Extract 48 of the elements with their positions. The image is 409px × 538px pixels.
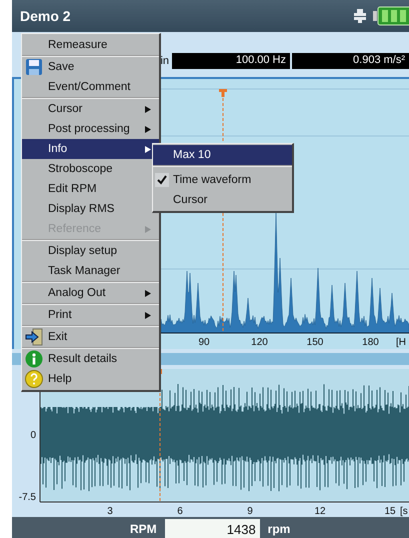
menu-item[interactable]: Time waveform xyxy=(153,170,292,190)
menu-item[interactable]: Exit xyxy=(22,327,159,349)
axis-tick-label: -7.5 xyxy=(18,492,36,503)
menu-item[interactable]: Event/Comment xyxy=(22,77,159,99)
menu-item[interactable]: Display setup xyxy=(22,241,159,261)
battery-icon xyxy=(373,6,409,26)
axis-unit-label: [s xyxy=(400,506,408,517)
window-title: Demo 2 xyxy=(20,8,72,24)
axis-tick-label: 15 xyxy=(384,506,396,517)
axis-tick-label: 12 xyxy=(314,506,326,517)
submenu-arrow-icon xyxy=(145,312,151,318)
menu-item[interactable]: Max 10 xyxy=(153,145,292,167)
rpm-unit: rpm xyxy=(268,522,290,536)
menu-item[interactable]: Cursor xyxy=(153,190,292,210)
axis-tick-label: 3 xyxy=(107,506,113,517)
axis-tick-label: 150 xyxy=(306,337,324,348)
axis-tick-label: 0 xyxy=(30,430,36,441)
submenu-arrow-icon xyxy=(145,290,151,296)
axis-tick-label: 9 xyxy=(247,506,253,517)
submenu-arrow-icon xyxy=(145,226,151,232)
checkmark-icon xyxy=(155,173,169,187)
axis-tick-label: 180 xyxy=(362,337,379,348)
label-fragment: in xyxy=(160,55,169,67)
menu-item[interactable]: Post processing xyxy=(22,119,159,139)
submenu-arrow-icon xyxy=(145,146,151,152)
axis-unit-label: [H xyxy=(396,337,406,348)
menu-item[interactable]: Task Manager xyxy=(22,261,159,283)
info-icon xyxy=(25,350,43,368)
rpm-label: RPM xyxy=(130,522,157,536)
help-icon xyxy=(25,370,43,388)
menu-item[interactable]: Save xyxy=(22,57,159,77)
menu-item[interactable]: Print xyxy=(22,305,159,327)
submenu-arrow-icon xyxy=(145,126,151,132)
menu-item[interactable]: Result details xyxy=(22,349,159,369)
menu-item[interactable]: Help xyxy=(22,369,159,389)
measurement-value: 100.00 Hz xyxy=(172,53,290,69)
rpm-field[interactable]: 1438 xyxy=(164,519,260,538)
exit-arrow-icon xyxy=(25,328,43,346)
axis-tick-label: 90 xyxy=(198,337,210,348)
measurement-value: 0.903 m/s² xyxy=(292,53,409,69)
menu-item[interactable]: Remeasure xyxy=(22,35,159,57)
menu-item[interactable]: Analog Out xyxy=(22,283,159,305)
submenu-arrow-icon xyxy=(145,106,151,112)
menu-item[interactable]: Info xyxy=(22,139,159,159)
sensor-icon xyxy=(353,8,367,24)
axis-tick-label: 120 xyxy=(251,337,268,348)
axis-tick-label: 6 xyxy=(177,506,183,517)
menu-item[interactable]: Cursor xyxy=(22,99,159,119)
